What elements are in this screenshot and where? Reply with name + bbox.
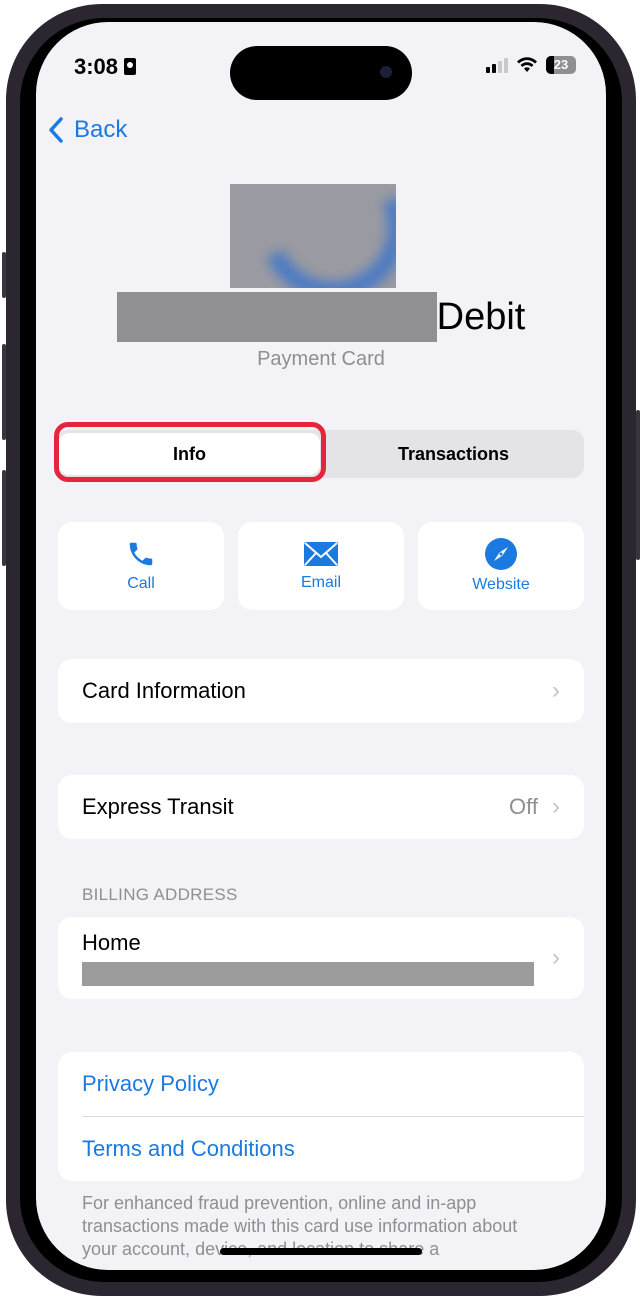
express-transit-group: Express Transit Off › (58, 775, 584, 839)
battery-level: 23 (553, 57, 569, 72)
links-group: Privacy Policy Terms and Conditions (58, 1052, 584, 1181)
billing-address-row[interactable]: Home › (58, 917, 584, 999)
email-label: Email (300, 574, 341, 591)
card-information-group: Card Information › (58, 659, 584, 723)
dynamic-island (230, 46, 412, 100)
status-time: 3:08 (74, 54, 137, 80)
address-label: Home (82, 930, 141, 955)
volume-down-button (2, 470, 6, 566)
chevron-left-icon (49, 117, 63, 143)
contact-card-icon (124, 58, 137, 75)
tab-transactions[interactable]: Transactions (323, 430, 584, 478)
volume-up-button (2, 344, 6, 440)
envelope-icon (304, 542, 338, 566)
phone-icon (129, 542, 153, 566)
chevron-right-icon: › (552, 793, 560, 820)
card-name-redacted (116, 292, 437, 342)
terms-conditions-link[interactable]: Terms and Conditions (58, 1117, 584, 1181)
call-label: Call (127, 575, 155, 592)
card-information-label: Card Information (82, 678, 246, 703)
website-label: Website (472, 576, 530, 593)
battery-icon: 23 (546, 56, 576, 74)
wifi-icon (517, 57, 537, 72)
call-button[interactable]: Call (58, 522, 224, 610)
side-button (636, 410, 640, 560)
express-transit-value: Off (509, 794, 538, 819)
card-subtitle: Payment Card (257, 348, 385, 370)
status-icons: 23 (486, 56, 576, 74)
screen: 3:08 23 Back Debit Payment Card Info Tra… (36, 22, 606, 1270)
highlight-annotation (54, 422, 326, 482)
email-button[interactable]: Email (238, 522, 404, 610)
home-indicator[interactable] (220, 1248, 422, 1255)
privacy-policy-link[interactable]: Privacy Policy (58, 1052, 584, 1116)
express-transit-row[interactable]: Express Transit Off › (58, 775, 584, 839)
compass-icon (485, 538, 517, 570)
billing-address-group: Home › (58, 917, 584, 999)
card-title-suffix: Debit (436, 295, 526, 338)
camera-icon (380, 66, 392, 78)
chevron-right-icon: › (552, 677, 560, 704)
card-title: Debit (36, 292, 606, 342)
action-buttons: Call Email Website (58, 522, 584, 610)
address-redacted (82, 962, 534, 986)
back-label: Back (74, 116, 128, 143)
express-transit-label: Express Transit (82, 794, 234, 819)
chevron-right-icon: › (552, 944, 560, 971)
billing-address-header: BILLING ADDRESS (82, 885, 238, 904)
cellular-signal-icon (486, 57, 508, 73)
card-information-row[interactable]: Card Information › (58, 659, 584, 723)
card-image-redacted (230, 184, 396, 288)
time-text: 3:08 (74, 54, 119, 79)
website-button[interactable]: Website (418, 522, 584, 610)
back-button[interactable]: Back (48, 116, 127, 144)
action-button (2, 252, 6, 298)
